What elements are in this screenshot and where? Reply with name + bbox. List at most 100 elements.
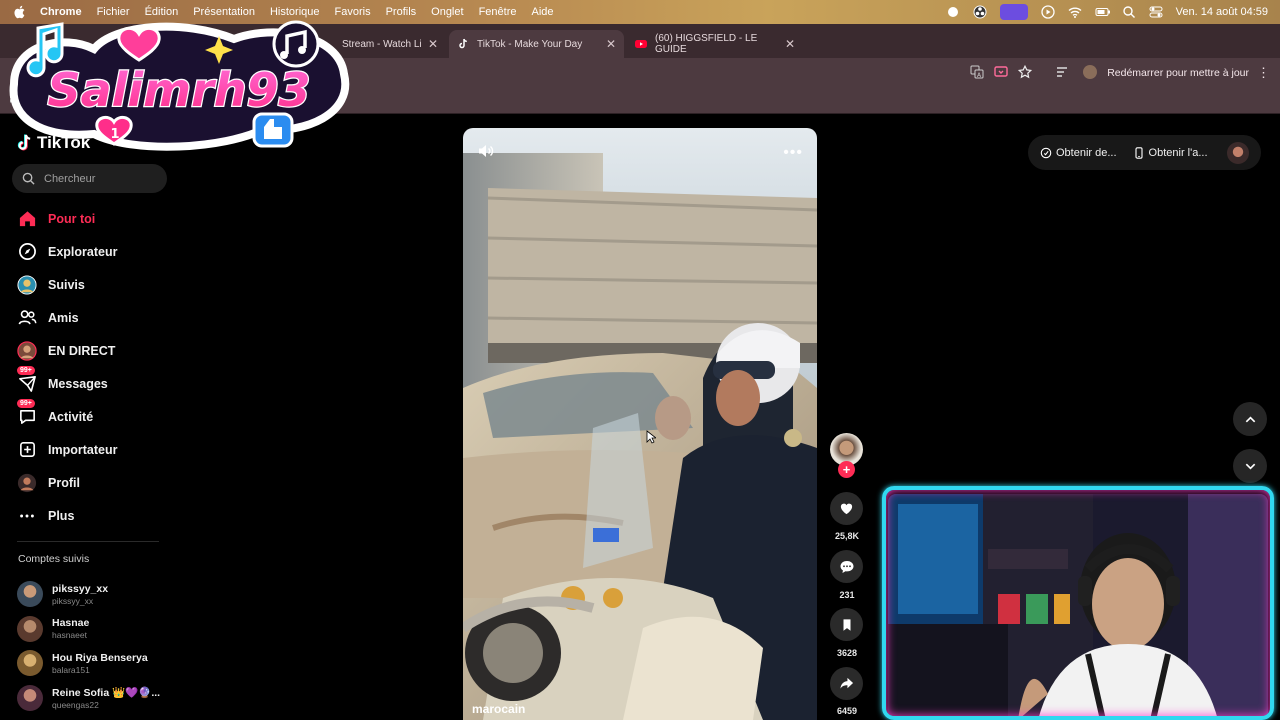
menubar-status-area: Ven. 14 août 04:59 [946,0,1268,24]
search-input[interactable] [44,172,154,185]
sidebar-item-amis[interactable]: Amis [0,301,180,334]
control-center-icon[interactable] [1149,5,1163,19]
account-name: Reine Sofia 👑💜🔮... [52,686,161,699]
friends-icon [17,308,37,328]
video-author[interactable]: marocain [472,702,525,716]
sidebar-item-plus[interactable]: Plus [0,499,180,532]
account-name: Hasnae [52,617,90,630]
restart-update-button[interactable]: Redémarrer pour mettre à jour ⋮ [1107,62,1270,84]
spotlight-search-icon[interactable] [1122,5,1136,19]
obs-icon[interactable] [973,5,987,19]
volume-icon[interactable] [477,142,495,160]
tiktok-sidebar: TikTok Pour toi Explorateur Suivis Amis [0,115,180,720]
menu-onglet[interactable]: Onglet [431,6,463,18]
followed-account[interactable]: Hou Riya Benserya balara151 [17,646,177,681]
next-video-button[interactable] [1233,449,1267,483]
sidebar-item-label: Pour toi [48,211,96,226]
tiktok-favicon-icon [457,38,469,50]
chevron-up-icon [1245,415,1255,422]
close-icon[interactable]: ✕ [785,37,795,51]
save-count: 3628 [836,648,858,658]
previous-video-button[interactable] [1233,402,1267,436]
save-button[interactable] [830,608,863,641]
screen-share-icon[interactable] [999,4,1028,20]
heart-badge-count: 1 [110,127,119,142]
upload-icon [17,440,37,460]
sidebar-nav: Pour toi Explorateur Suivis Amis EN DIRE… [0,202,180,532]
comment-button[interactable] [830,550,863,583]
followed-account[interactable]: pikssyy_xx pikssyy_xx [17,577,177,612]
sidebar-item-suivis[interactable]: Suivis [0,268,180,301]
avatar [17,650,43,677]
sidebar-item-label: Amis [48,310,79,325]
account-name: pikssyy_xx [52,582,109,595]
followed-account[interactable]: Hasnae hasnaeet [17,612,177,647]
webcam-overlay [882,486,1274,720]
tab-tiktok[interactable]: TikTok - Make Your Day ✕ [449,30,624,58]
sidebar-item-label: Profil [48,475,80,490]
get-coins-button[interactable]: Obtenir de... [1040,147,1117,159]
sidebar-item-label: Importateur [48,442,118,457]
share-count: 6459 [836,706,858,716]
restart-label: Redémarrer pour mettre à jour [1107,67,1249,79]
sidebar-item-label: Plus [48,508,75,523]
record-icon[interactable] [946,5,960,19]
menubar-datetime[interactable]: Ven. 14 août 04:59 [1176,6,1268,18]
followed-account[interactable]: Reine Sofia 👑💜🔮... queengas22 [17,681,177,716]
more-icon [17,506,37,526]
share-icon [840,677,854,689]
sidebar-item-messages[interactable]: 99+ Messages [0,365,180,400]
phone-icon [1134,146,1143,159]
compass-icon [17,242,37,262]
live-avatar-icon [17,340,37,361]
wifi-icon[interactable] [1068,5,1082,19]
logo-text: Salimrh93 [47,63,310,117]
tab-youtube[interactable]: (60) HIGGSFIELD - LE GUIDE ✕ [627,30,803,58]
sidebar-item-activite[interactable]: 99+ Activité [0,398,180,433]
user-avatar[interactable] [1227,141,1249,164]
sidebar-item-profil[interactable]: Profil [0,466,180,499]
comment-count: 231 [839,590,855,600]
menu-profils[interactable]: Profils [386,6,417,18]
sidebar-item-importateur[interactable]: Importateur [0,433,180,466]
like-button[interactable] [830,492,863,525]
cast-icon[interactable] [994,65,1008,79]
reading-list-icon[interactable] [1055,65,1069,79]
sidebar-item-label: Suivis [48,277,85,292]
translate-icon[interactable]: A [970,65,984,79]
mouse-cursor-icon [646,430,656,444]
play-icon[interactable] [1040,5,1055,19]
home-icon [17,209,37,229]
account-handle: queengas22 [52,699,99,710]
battery-icon[interactable] [1095,5,1110,19]
address-bar[interactable] [340,62,1040,84]
search-icon [22,172,35,185]
sidebar-item-pour-toi[interactable]: Pour toi [0,202,180,235]
sidebar-item-label: Activité [48,409,94,424]
chrome-menu-icon[interactable]: ⋮ [1257,65,1270,81]
profile-avatar-icon[interactable] [1083,65,1097,79]
bookmark-icon [843,618,850,631]
sidebar-item-label: EN DIRECT [48,343,116,358]
close-icon[interactable]: ✕ [428,37,438,51]
bookmark-star-icon[interactable] [1017,64,1033,79]
menu-fenetre[interactable]: Fenêtre [479,6,517,18]
sidebar-item-en-direct[interactable]: EN DIRECT [0,334,180,367]
menu-aide[interactable]: Aide [531,6,553,18]
search-box[interactable] [12,164,167,193]
close-icon[interactable]: ✕ [606,37,616,51]
share-button[interactable] [830,667,863,700]
get-coins-label: Obtenir de... [1056,146,1117,159]
sidebar-item-explorateur[interactable]: Explorateur [0,235,180,268]
followed-accounts-title: Comptes suivis [18,553,90,565]
avatar [17,615,43,642]
avatar [17,581,43,608]
follow-plus-icon[interactable]: + [838,461,855,478]
more-options-icon[interactable]: ••• [783,144,803,162]
get-app-button[interactable]: Obtenir l'a... [1133,147,1208,159]
like-count: 25,8K [834,531,860,541]
video-player[interactable]: ••• marocain [463,128,817,720]
followed-accounts-list: pikssyy_xx pikssyy_xx Hasnae hasnaeet Hou … [17,577,177,715]
chevron-down-icon [1245,463,1255,470]
tab-title: (60) HIGGSFIELD - LE GUIDE [655,33,758,55]
